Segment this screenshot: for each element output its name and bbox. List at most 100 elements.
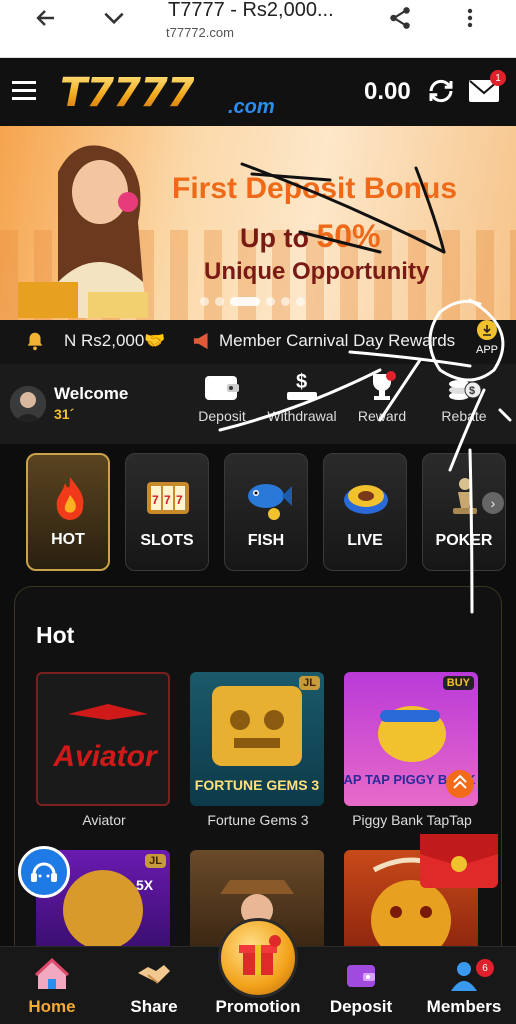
carousel-dot[interactable] — [281, 297, 290, 306]
game-name-piggy-bank: Piggy Bank TapTap — [352, 812, 472, 828]
banner-percent: 50% — [316, 218, 381, 254]
back-arrow-icon[interactable] — [32, 4, 60, 32]
announcement-marquee[interactable]: N Rs2,000🤝 Member Carnival Day Rewards A… — [0, 320, 516, 364]
red-envelope-button[interactable] — [420, 834, 498, 888]
wallet-icon — [205, 376, 239, 400]
piggy-bank-art: TAP TAP PIGGY BANK — [344, 706, 476, 798]
crown-art-text: 5X — [136, 877, 154, 893]
rebate-action[interactable]: $ Rebate — [424, 370, 504, 440]
nav-home[interactable]: Home — [2, 947, 102, 1024]
nav-share-label: Share — [130, 997, 178, 1016]
carousel-dot[interactable] — [266, 297, 275, 306]
tab-hot[interactable]: HOT — [26, 453, 110, 571]
banner-subheadline: Up to 50% — [240, 218, 381, 255]
deposit-label: Deposit — [198, 408, 246, 424]
game-tile-aviator[interactable]: Aviator — [36, 672, 170, 806]
provider-badge-jl: JL — [299, 676, 320, 690]
red-envelope-icon — [420, 834, 498, 872]
aviator-art: Aviator — [52, 704, 159, 773]
dollar-withdraw-icon: $ — [287, 371, 317, 400]
marquee-text-1: N Rs2,000🤝 — [64, 331, 166, 350]
section-title-hot: Hot — [36, 622, 75, 648]
nav-members[interactable]: 6 Members — [414, 947, 514, 1024]
members-badge: 6 — [476, 959, 494, 977]
deposit-card-icon — [347, 965, 375, 987]
carousel-dot[interactable] — [200, 297, 209, 306]
browser-url[interactable]: t77772.com — [166, 25, 234, 40]
user-id: 31´ — [54, 406, 75, 422]
megaphone-icon — [192, 331, 214, 356]
mail-badge: 1 — [490, 70, 506, 86]
svg-text:$: $ — [296, 371, 307, 393]
svg-text:7: 7 — [176, 493, 183, 507]
avatar[interactable] — [10, 386, 46, 422]
site-logo-suffix: .com — [228, 96, 275, 118]
deposit-action[interactable]: Deposit — [182, 370, 262, 440]
app-download-button[interactable]: APP — [472, 320, 502, 356]
nav-home-label: Home — [28, 997, 76, 1016]
share-icon[interactable] — [386, 4, 414, 32]
tab-live[interactable]: LIVE — [323, 453, 407, 571]
carousel-dot[interactable] — [215, 297, 224, 306]
carousel-dots — [200, 297, 305, 306]
tab-live-label: LIVE — [347, 532, 383, 549]
withdrawal-action[interactable]: $ Withdrawal — [262, 370, 342, 440]
reward-action[interactable]: Reward — [342, 370, 422, 440]
carousel-dot-active[interactable] — [230, 297, 260, 306]
buy-badge: BUY — [442, 676, 474, 690]
fortune-gems-art: FORTUNE GEMS 3 — [195, 686, 320, 793]
promo-banner[interactable]: First Deposit Bonus Up to 50% Unique Opp… — [0, 126, 516, 320]
fish-icon — [248, 484, 292, 520]
tab-hot-label: HOT — [51, 531, 85, 548]
nav-deposit-label: Deposit — [329, 997, 393, 1016]
coins-icon: $ — [449, 380, 482, 400]
reward-label: Reward — [357, 408, 407, 424]
tab-poker-label: POKER — [435, 532, 493, 549]
tab-slots-label: SLOTS — [140, 532, 194, 549]
tab-fish-label: FISH — [247, 532, 285, 549]
gift-icon — [239, 935, 281, 975]
carousel-dot[interactable] — [296, 297, 305, 306]
withdrawal-label: Withdrawal — [267, 408, 337, 424]
banner-headline: First Deposit Bonus — [172, 172, 458, 205]
download-icon — [477, 320, 497, 340]
svg-text:7: 7 — [152, 493, 159, 507]
app-header: T7777 .com 0.00 1 — [0, 58, 516, 126]
nav-deposit[interactable]: Deposit — [311, 947, 411, 1024]
flame-icon — [56, 477, 84, 520]
game-tile-piggy-bank[interactable]: TAP TAP PIGGY BANK BUY — [344, 672, 478, 806]
category-tabs: HOT 777 SLOTS FISH LIVE POKER — [0, 444, 516, 584]
chevron-right-icon[interactable]: › — [482, 492, 504, 514]
more-vert-icon[interactable] — [456, 4, 484, 32]
tab-slots[interactable]: 777 SLOTS — [125, 453, 209, 571]
chevron-down-icon[interactable] — [100, 4, 128, 32]
slot-777-icon: 777 — [147, 482, 189, 514]
nav-share[interactable]: Share — [104, 947, 204, 1024]
tab-fish[interactable]: FISH — [224, 453, 308, 571]
app-label: APP — [475, 344, 498, 356]
game-name-fortune-gems-3: Fortune Gems 3 — [207, 812, 309, 828]
browser-bar: T7777 - Rs2,000... t77772.com — [0, 0, 516, 58]
bell-icon — [24, 330, 46, 357]
nav-members-label: Members — [426, 997, 502, 1016]
promotion-gift-button[interactable] — [218, 918, 298, 998]
hamburger-menu-icon[interactable] — [12, 80, 38, 107]
game-tile-fortune-gems-3[interactable]: FORTUNE GEMS 3 JL — [190, 672, 324, 806]
marquee-text-2: Member Carnival Day Rewards — [219, 331, 456, 350]
site-logo[interactable]: T7777 — [60, 70, 195, 116]
refresh-icon[interactable] — [426, 76, 456, 111]
quick-actions-bar: Welcome 31´ Deposit $ Withdrawal Reward … — [0, 364, 516, 444]
customer-support-button[interactable] — [18, 846, 70, 898]
headset-icon — [31, 862, 57, 882]
provider-badge-jl: JL — [145, 854, 166, 868]
banner-girl-illustration — [18, 145, 148, 318]
aviator-art-text: Aviator — [52, 740, 159, 773]
welcome-text: Welcome — [54, 384, 129, 403]
trophy-icon — [373, 371, 396, 400]
home-icon — [34, 957, 70, 989]
browser-tab-title: T7777 - Rs2,000... — [168, 0, 334, 21]
banner-tagline: Unique Opportunity — [204, 258, 430, 285]
fortune-gems-art-text: FORTUNE GEMS 3 — [195, 777, 320, 793]
banner-upto: Up to — [240, 223, 309, 253]
handshake-icon — [138, 965, 170, 984]
